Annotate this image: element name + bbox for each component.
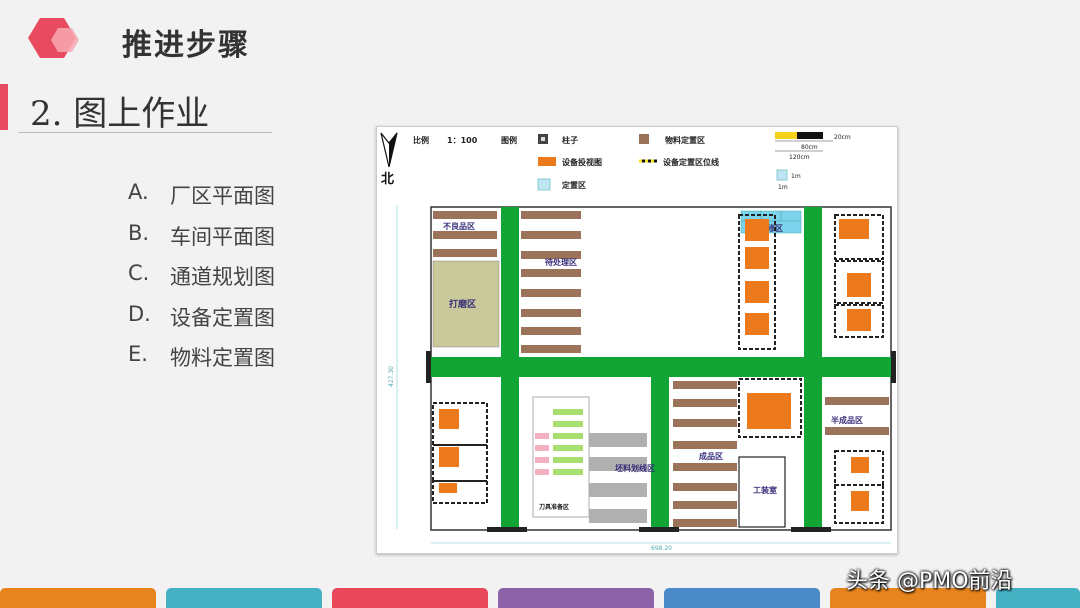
zone-defect-label: 不良品区 bbox=[443, 221, 475, 231]
step-list: A. 厂区平面图 B. 车间平面图 C. 通道规划图 D. 设备定置图 E. 物料定置图 bbox=[128, 180, 275, 383]
zone-billet-label: 坯料划线区 bbox=[615, 463, 655, 473]
list-item-text: 车间平面图 bbox=[170, 224, 275, 249]
list-item: D. 设备定置图 bbox=[128, 302, 275, 343]
section-accent-bar bbox=[0, 84, 8, 130]
svg-text:1m: 1m bbox=[778, 184, 788, 191]
list-item: B. 车间平面图 bbox=[128, 221, 275, 262]
svg-text:120cm: 120cm bbox=[789, 154, 810, 161]
watermark: 头条 @PMO前沿 bbox=[846, 569, 1013, 594]
hexagon-logo-icon bbox=[28, 18, 79, 58]
legend-pillar-label: 柱子 bbox=[562, 135, 578, 145]
scale-bar: 20cm 80cm 120cm 1m 1m bbox=[775, 132, 851, 191]
zone-fixture-label: 工装室 bbox=[753, 485, 777, 495]
legend-material-label: 物料定置区 bbox=[665, 135, 705, 145]
svg-text:待处理区: 待处理区 bbox=[544, 257, 577, 267]
dimension-width: 698.20 bbox=[651, 545, 672, 552]
zone-finished-label: 成品区 bbox=[699, 451, 723, 461]
dimension-height: 427.30 bbox=[388, 366, 395, 387]
list-item: A. 厂区平面图 bbox=[128, 180, 275, 221]
legend-material-swatch bbox=[639, 134, 649, 144]
legend-equipment-label: 设备投视图 bbox=[562, 157, 602, 167]
section-divider bbox=[18, 132, 272, 133]
list-item-text: 物料定置图 bbox=[170, 346, 275, 370]
zone-grind-label: 打磨区 bbox=[449, 298, 476, 310]
zone-pending-label: 待处理区 bbox=[544, 257, 577, 267]
page-title: 推进步骤 bbox=[122, 28, 250, 63]
legend-fixed-swatch bbox=[537, 178, 551, 191]
list-item-letter: C. bbox=[128, 261, 150, 285]
legend-equipment-swatch bbox=[538, 157, 556, 166]
footer-tab bbox=[498, 588, 654, 608]
section-title: 2. 图上作业 bbox=[30, 94, 210, 134]
legend-label: 图例 bbox=[501, 135, 517, 145]
scale-label: 比例 bbox=[413, 135, 429, 145]
svg-text:1m: 1m bbox=[791, 173, 801, 180]
north-label: 北 bbox=[381, 172, 394, 187]
list-item: E. 物料定置图 bbox=[128, 342, 275, 383]
list-item-text: 设备定置图 bbox=[170, 305, 275, 330]
scale-value: 1：100 bbox=[447, 136, 478, 145]
svg-text:80cm: 80cm bbox=[801, 144, 818, 151]
list-item-letter: B. bbox=[128, 220, 150, 245]
legend-fixed-label: 定置区 bbox=[561, 180, 586, 190]
footer-tab bbox=[332, 588, 488, 608]
list-item-letter: D. bbox=[128, 301, 151, 326]
legend-equip-line-label: 设备定置区位线 bbox=[663, 157, 719, 167]
list-item-letter: A. bbox=[128, 180, 149, 204]
list-item-letter: E. bbox=[128, 342, 148, 366]
list-item-text: 厂区平面图 bbox=[170, 184, 275, 208]
zone-tool-label: 刀具准备区 bbox=[539, 503, 569, 511]
footer-tab bbox=[0, 588, 156, 608]
north-arrow-icon bbox=[380, 132, 398, 168]
zone-semi-label: 半成品区 bbox=[831, 415, 863, 425]
floor-plan: 北 比例 1：100 图例 柱子 物料定置区 设备投视图 设备定置区位线 定置区… bbox=[376, 126, 898, 554]
svg-text:20cm: 20cm bbox=[834, 134, 851, 141]
list-item-text: 通道规划图 bbox=[170, 265, 275, 289]
list-item: C. 通道规划图 bbox=[128, 261, 275, 302]
footer-tab bbox=[166, 588, 322, 608]
footer-tab bbox=[664, 588, 820, 608]
